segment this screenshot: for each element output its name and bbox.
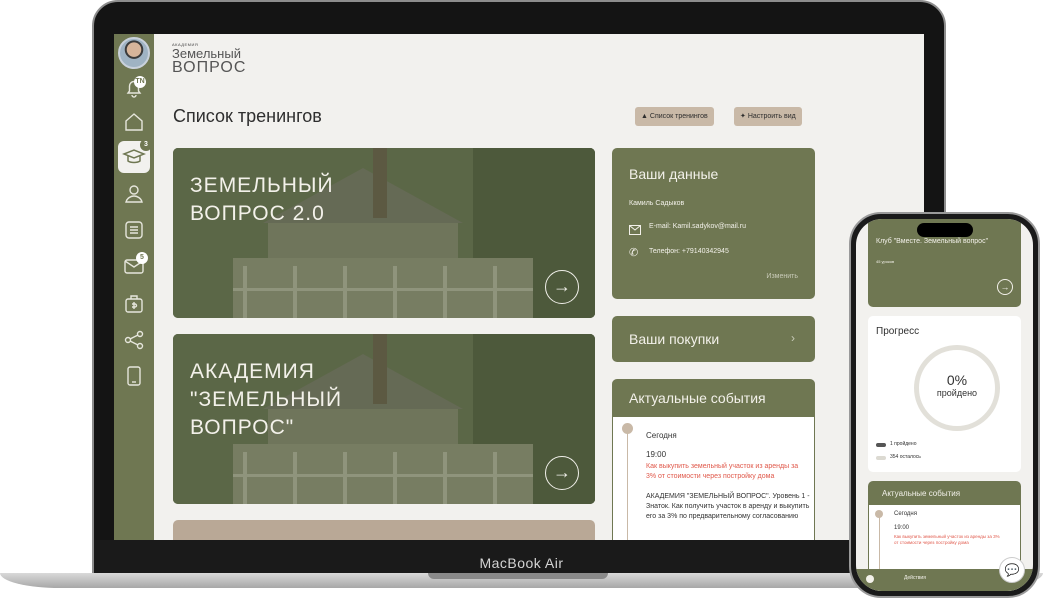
event-highlight[interactable]: Как выкупить земельный участок из аренды… <box>646 462 806 482</box>
card-title: АКАДЕМИЯ "ЗЕМЕЛЬНЫЙ ВОПРОС" <box>190 360 343 439</box>
user-name: Камиль Садыков <box>629 200 685 207</box>
list-icon[interactable] <box>122 218 146 242</box>
training-card[interactable] <box>173 520 595 540</box>
phone-event-time: 19:00 <box>894 525 910 531</box>
chevron-right-icon[interactable]: › <box>791 331 795 345</box>
your-data-panel: Ваши данные Камиль Садыков E-mail: Kamil… <box>612 148 815 299</box>
actions-label[interactable]: Действия <box>904 575 926 581</box>
trainings-icon[interactable]: 3 <box>118 139 152 173</box>
progress-card: Прогресс 0% пройдено 1 пройдено 354 оста… <box>868 316 1021 472</box>
purchases-heading: Ваши покупки <box>629 331 720 347</box>
progress-ring: 0% пройдено <box>914 345 1000 431</box>
phone-event-day: Сегодня <box>894 511 917 517</box>
edit-link[interactable]: Изменить <box>766 273 798 280</box>
progress-percent: 0% <box>946 372 968 388</box>
puzzle-icon: ✦ <box>740 113 746 120</box>
event-day: Сегодня <box>646 431 677 440</box>
page-title: Список тренингов <box>173 106 322 126</box>
trainings-list-button[interactable]: ▲ Список тренингов <box>635 107 714 126</box>
events-panel: Актуальные события Сегодня 19:00 Как вык… <box>612 379 815 540</box>
trainings-badge: 3 <box>140 139 152 151</box>
home-icon[interactable] <box>122 110 146 134</box>
customize-view-button[interactable]: ✦ Настроить вид <box>734 107 802 126</box>
timeline-dot <box>875 510 883 518</box>
training-card[interactable]: ЗЕМЕЛЬНЫЙ ВОПРОС 2.0 → <box>173 148 595 318</box>
progress-heading: Прогресс <box>876 326 920 337</box>
event-time: 19:00 <box>646 450 667 459</box>
phone-screen: Клуб "Вместе. Земельный вопрос" 45 уроко… <box>856 219 1033 591</box>
card-title: ЗЕМЕЛЬНЫЙ ВОПРОС 2.0 <box>190 174 334 225</box>
laptop-notch <box>428 573 608 579</box>
events-heading: Актуальные события <box>629 390 766 406</box>
phone-events-heading: Актуальные события <box>882 489 961 498</box>
notifications-badge: TN <box>134 76 146 88</box>
events-body: Сегодня 19:00 Как выкупить земельный уча… <box>613 417 814 540</box>
messages-badge: 5 <box>136 252 148 264</box>
done-swatch <box>876 443 886 447</box>
progress-left: 354 осталось <box>890 454 921 460</box>
your-data-heading: Ваши данные <box>629 166 719 182</box>
purchases-panel[interactable]: Ваши покупки › <box>612 316 815 362</box>
chat-icon[interactable]: 💬 <box>999 557 1025 583</box>
club-title: Клуб "Вместе. Земельный вопрос" <box>876 238 989 245</box>
messages-icon[interactable]: 5 <box>122 252 148 278</box>
arrow-right-icon[interactable]: → <box>545 456 579 490</box>
menu-icon[interactable] <box>866 575 874 583</box>
sitemap-icon: ▲ <box>641 113 648 120</box>
wallet-icon[interactable] <box>122 292 146 316</box>
mail-icon <box>629 222 641 240</box>
profile-icon[interactable] <box>122 182 146 206</box>
timeline-dot <box>622 423 633 434</box>
laptop-screen: TN 3 5 АКАДЕМИЯ Земельный ВОПРОС Список … <box>114 34 924 540</box>
phone-icon: ✆ <box>629 247 639 259</box>
notifications-icon[interactable]: TN <box>122 76 146 100</box>
progress-label: пройдено <box>936 388 978 398</box>
timeline-line <box>627 429 628 540</box>
user-phone: Телефон: +79140342945 <box>649 248 729 255</box>
arrow-right-icon[interactable]: → <box>997 279 1013 295</box>
mobile-icon[interactable] <box>122 364 146 388</box>
avatar[interactable] <box>118 37 150 69</box>
user-email: E-mail: Kamil.sadykov@mail.ru <box>649 223 746 230</box>
share-icon[interactable] <box>122 328 146 352</box>
club-lessons: 45 уроков <box>876 259 895 264</box>
sidebar: TN 3 5 <box>114 34 154 540</box>
phone-event-highlight[interactable]: Как выкупить земельный участок из аренды… <box>894 534 1004 546</box>
left-swatch <box>876 456 886 460</box>
arrow-right-icon[interactable]: → <box>545 270 579 304</box>
event-description: АКАДЕМИЯ "ЗЕМЕЛЬНЫЙ ВОПРОС". Уровень 1 -… <box>646 493 810 520</box>
logo[interactable]: АКАДЕМИЯ Земельный ВОПРОС <box>172 42 262 78</box>
progress-done: 1 пройдено <box>890 441 917 447</box>
dynamic-island <box>917 223 973 237</box>
training-card[interactable]: АКАДЕМИЯ "ЗЕМЕЛЬНЫЙ ВОПРОС" → <box>173 334 595 504</box>
